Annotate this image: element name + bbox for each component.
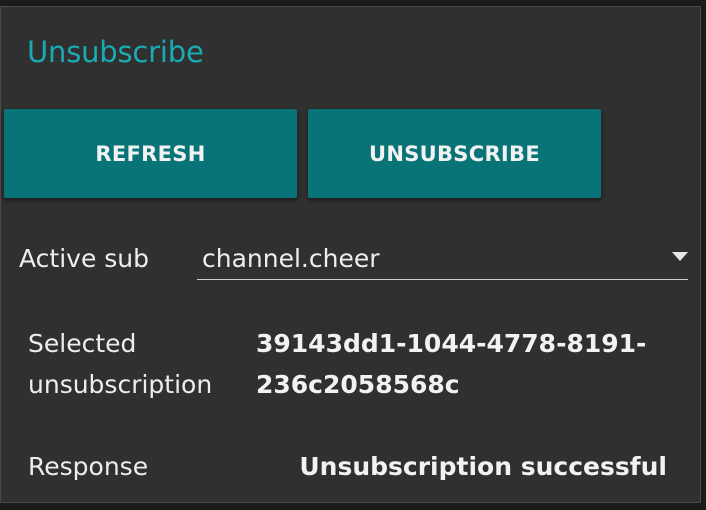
active-sub-label: Active sub bbox=[19, 244, 150, 273]
active-sub-value: channel.cheer bbox=[202, 244, 380, 273]
caret-down-icon bbox=[672, 251, 688, 261]
active-sub-select[interactable]: channel.cheer bbox=[197, 238, 688, 280]
selected-unsubscription-value: 39143dd1-1044-4778-8191-236c2058568c bbox=[256, 329, 647, 399]
selected-unsubscription-label: Selected unsubscription bbox=[28, 329, 213, 399]
response-label: Response bbox=[28, 452, 149, 481]
panel-title: Unsubscribe bbox=[27, 35, 204, 69]
unsubscribe-button[interactable]: UNSUBSCRIBE bbox=[308, 109, 601, 198]
response-value: Unsubscription successful bbox=[299, 452, 667, 481]
refresh-button[interactable]: REFRESH bbox=[4, 109, 297, 198]
unsubscribe-panel: Unsubscribe REFRESH UNSUBSCRIBE Active s… bbox=[0, 6, 701, 503]
